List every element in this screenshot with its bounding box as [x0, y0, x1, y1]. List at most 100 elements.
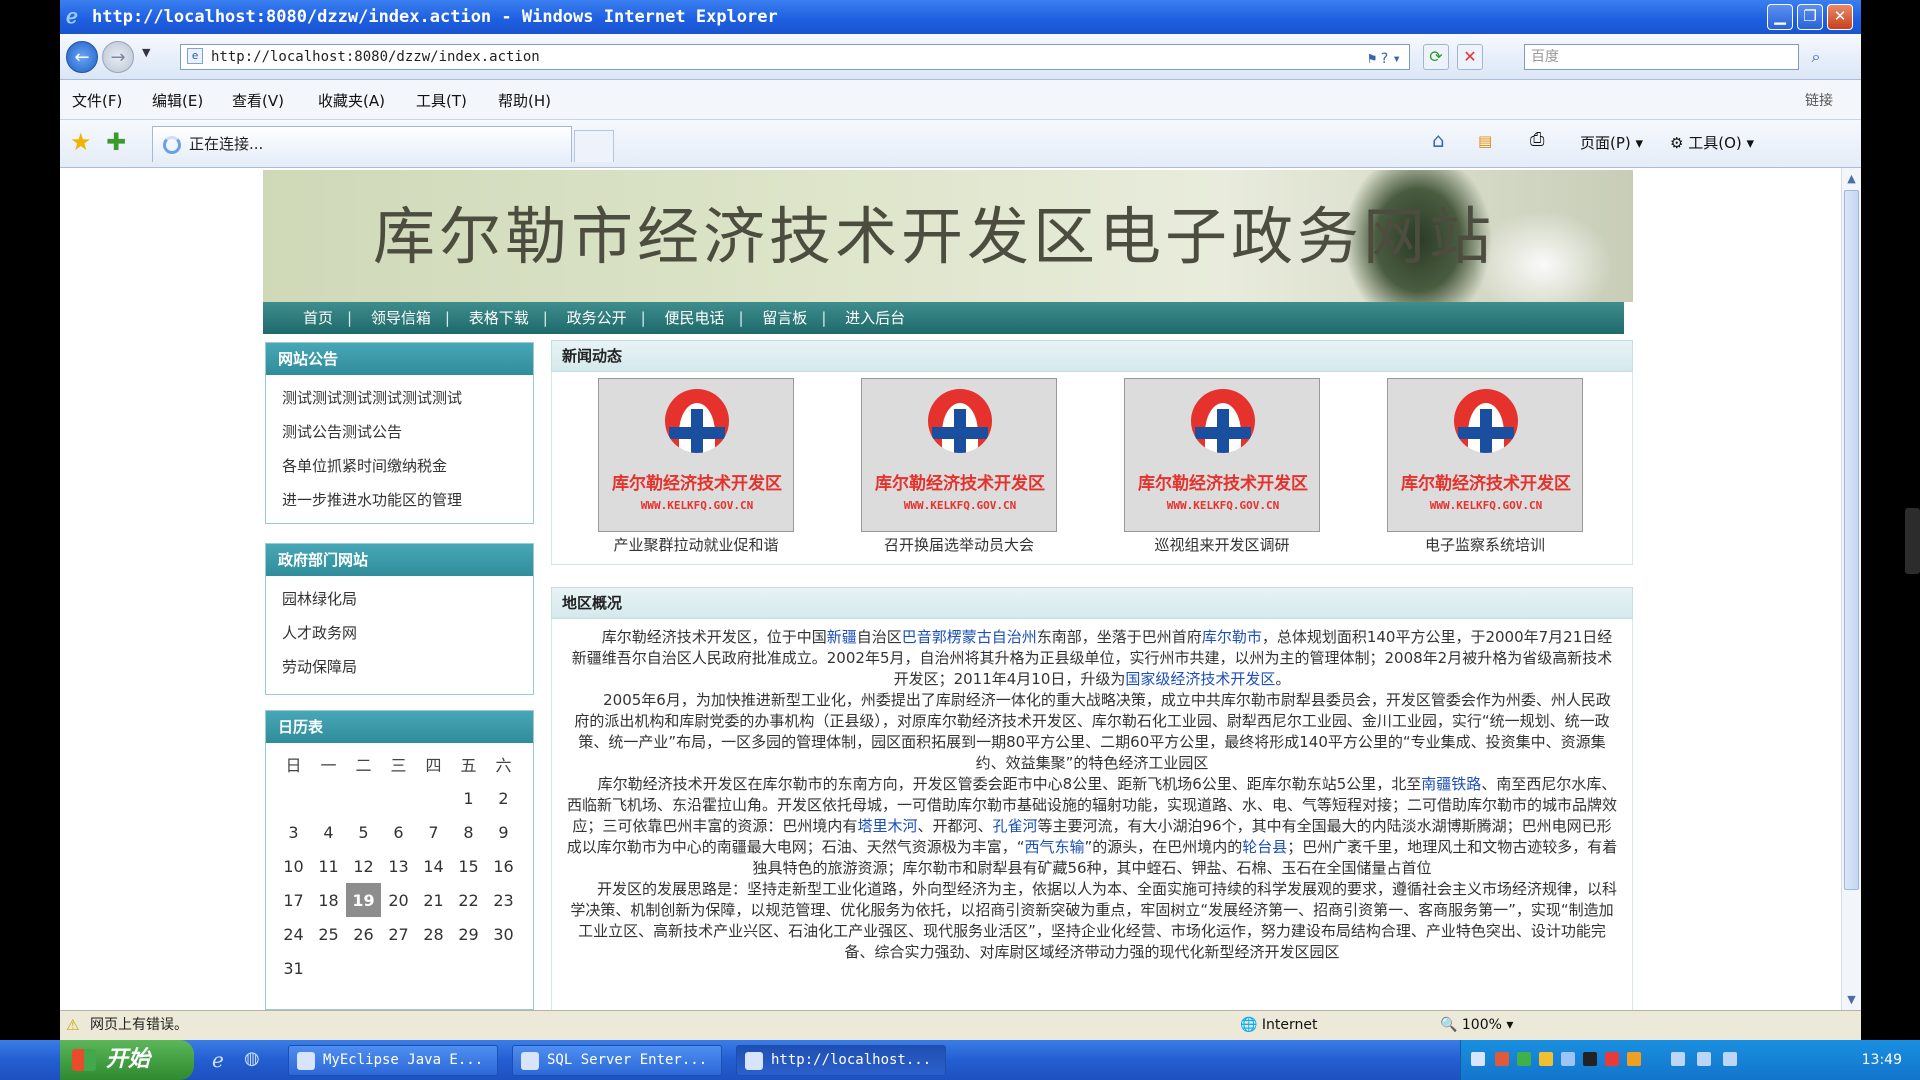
search-icon[interactable]: ⌕: [1804, 44, 1828, 70]
address-bar[interactable]: e http://localhost:8080/dzzw/index.actio…: [180, 44, 1410, 70]
link-bayingolin[interactable]: 巴音郭楞蒙古自治州: [902, 628, 1037, 646]
link-luntai[interactable]: 轮台县: [1242, 838, 1287, 856]
dept-link[interactable]: 园林绿化局: [282, 582, 533, 616]
news-caption[interactable]: 巡视组来开发区调研: [1124, 532, 1320, 558]
zoom-control[interactable]: 🔍 100% ▾: [1440, 1011, 1513, 1039]
tray-app-icon[interactable]: [1539, 1052, 1553, 1066]
news-caption[interactable]: 召开换届选举动员大会: [861, 532, 1057, 558]
tray-keyboard-icon[interactable]: [1471, 1052, 1485, 1066]
calendar-day[interactable]: 6: [381, 815, 416, 849]
favorites-star-icon[interactable]: ★: [70, 128, 92, 156]
calendar-day[interactable]: 10: [276, 849, 311, 883]
news-item[interactable]: 库尔勒经济技术开发区 WWW.KELKFQ.GOV.CN 巡视组来开发区调研: [1124, 378, 1320, 558]
news-thumbnail[interactable]: 库尔勒经济技术开发区 WWW.KELKFQ.GOV.CN: [598, 378, 794, 532]
news-item[interactable]: 库尔勒经济技术开发区 WWW.KELKFQ.GOV.CN 电子监察系统培训: [1387, 378, 1583, 558]
news-caption[interactable]: 产业聚群拉动就业促和谐: [598, 532, 794, 558]
calendar-day[interactable]: 8: [451, 815, 486, 849]
menu-favorites[interactable]: 收藏夹(A): [318, 90, 385, 111]
taskbar-item-ie[interactable]: http://localhost...: [736, 1045, 946, 1076]
taskbar-item-myeclipse[interactable]: MyEclipse Java E...: [288, 1045, 498, 1076]
dept-link[interactable]: 人才政务网: [282, 616, 533, 650]
calendar-day[interactable]: 7: [416, 815, 451, 849]
news-thumbnail[interactable]: 库尔勒经济技术开发区 WWW.KELKFQ.GOV.CN: [1124, 378, 1320, 532]
scroll-up-icon[interactable]: ▲: [1843, 170, 1860, 187]
calendar-day[interactable]: 31: [276, 951, 311, 985]
link-kongque-river[interactable]: 孔雀河: [992, 817, 1037, 835]
vertical-scrollbar[interactable]: ▲ ▼: [1841, 168, 1861, 1010]
start-button[interactable]: 开始: [60, 1040, 194, 1080]
quicklaunch-ie-icon[interactable]: ℯ: [212, 1048, 224, 1072]
calendar-day[interactable]: 28: [416, 917, 451, 951]
calendar-day[interactable]: 29: [451, 917, 486, 951]
forward-button[interactable]: →: [102, 41, 134, 73]
tray-app-icon[interactable]: [1561, 1052, 1575, 1066]
home-icon[interactable]: ⌂: [1432, 128, 1445, 152]
menu-tools[interactable]: 工具(T): [416, 90, 467, 111]
feeds-icon[interactable]: ▤: [1478, 132, 1492, 150]
minimize-button[interactable]: ▁: [1767, 4, 1793, 30]
calendar-day[interactable]: 20: [381, 883, 416, 917]
dept-link[interactable]: 劳动保障局: [282, 650, 533, 684]
calendar-day[interactable]: 4: [311, 815, 346, 849]
close-button[interactable]: ✕: [1827, 4, 1853, 30]
news-item[interactable]: 库尔勒经济技术开发区 WWW.KELKFQ.GOV.CN 产业聚群拉动就业促和谐: [598, 378, 794, 558]
compat-icons[interactable]: ⚑?▾: [1368, 47, 1405, 71]
print-icon[interactable]: ⎙: [1530, 129, 1544, 150]
calendar-day[interactable]: 1: [451, 781, 486, 815]
tray-volume-icon[interactable]: [1697, 1052, 1711, 1066]
notice-item[interactable]: 进一步推进水功能区的管理: [282, 483, 533, 517]
calendar-day[interactable]: 24: [276, 917, 311, 951]
scroll-thumb[interactable]: [1844, 190, 1859, 890]
links-label[interactable]: 链接: [1805, 90, 1833, 110]
new-tab-button[interactable]: [574, 130, 614, 162]
menu-edit[interactable]: 编辑(E): [152, 90, 203, 111]
nav-message-board[interactable]: 留言板: [762, 309, 807, 327]
calendar-day[interactable]: 14: [416, 849, 451, 883]
calendar-day[interactable]: 17: [276, 883, 311, 917]
notice-item[interactable]: 测试测试测试测试测试测试: [282, 381, 533, 415]
tab-loading[interactable]: 正在连接...: [152, 126, 572, 162]
back-button[interactable]: ←: [66, 41, 98, 73]
calendar-day[interactable]: 25: [311, 917, 346, 951]
calendar-day[interactable]: 9: [486, 815, 521, 849]
history-dropdown-icon[interactable]: ▼: [142, 46, 150, 59]
tray-app-icon[interactable]: [1723, 1052, 1737, 1066]
tray-app-icon[interactable]: [1627, 1052, 1641, 1066]
scroll-down-icon[interactable]: ▼: [1843, 991, 1860, 1008]
calendar-day[interactable]: 16: [486, 849, 521, 883]
news-thumbnail[interactable]: 库尔勒经济技术开发区 WWW.KELKFQ.GOV.CN: [861, 378, 1057, 532]
tray-app-icon[interactable]: [1495, 1052, 1509, 1066]
refresh-button[interactable]: ⟳: [1423, 44, 1449, 70]
nav-admin[interactable]: 进入后台: [845, 309, 905, 327]
nav-form-download[interactable]: 表格下载: [469, 309, 529, 327]
calendar-day[interactable]: 30: [486, 917, 521, 951]
notice-item[interactable]: 各单位抓紧时间缴纳税金: [282, 449, 533, 483]
link-west-east-gas[interactable]: 西气东输: [1024, 838, 1084, 856]
taskbar-item-sqlserver[interactable]: SQL Server Enter...: [512, 1045, 722, 1076]
nav-leader-mailbox[interactable]: 领导信箱: [371, 309, 431, 327]
calendar-day[interactable]: 21: [416, 883, 451, 917]
search-input[interactable]: 百度: [1524, 44, 1799, 70]
calendar-day[interactable]: 18: [311, 883, 346, 917]
calendar-day[interactable]: 23: [486, 883, 521, 917]
tray-network-icon[interactable]: [1671, 1052, 1685, 1066]
calendar-day[interactable]: 22: [451, 883, 486, 917]
calendar-day[interactable]: 15: [451, 849, 486, 883]
notice-item[interactable]: 测试公告测试公告: [282, 415, 533, 449]
calendar-day[interactable]: 27: [381, 917, 416, 951]
menu-file[interactable]: 文件(F): [72, 90, 122, 111]
nav-home[interactable]: 首页: [303, 309, 333, 327]
calendar-day[interactable]: 3: [276, 815, 311, 849]
warning-icon[interactable]: ⚠: [66, 1017, 82, 1033]
tools-menu[interactable]: ⚙ 工具(O) ▾: [1670, 132, 1754, 153]
maximize-button[interactable]: ❐: [1797, 4, 1823, 30]
menu-help[interactable]: 帮助(H): [498, 90, 551, 111]
menu-view[interactable]: 查看(V): [232, 90, 284, 111]
nav-government-affairs[interactable]: 政务公开: [567, 309, 627, 327]
calendar-day[interactable]: 2: [486, 781, 521, 815]
quicklaunch-icon[interactable]: ◍: [244, 1048, 260, 1069]
calendar-day[interactable]: 12: [346, 849, 381, 883]
calendar-day[interactable]: 13: [381, 849, 416, 883]
calendar-day[interactable]: 5: [346, 815, 381, 849]
page-menu[interactable]: 页面(P) ▾: [1580, 132, 1643, 153]
